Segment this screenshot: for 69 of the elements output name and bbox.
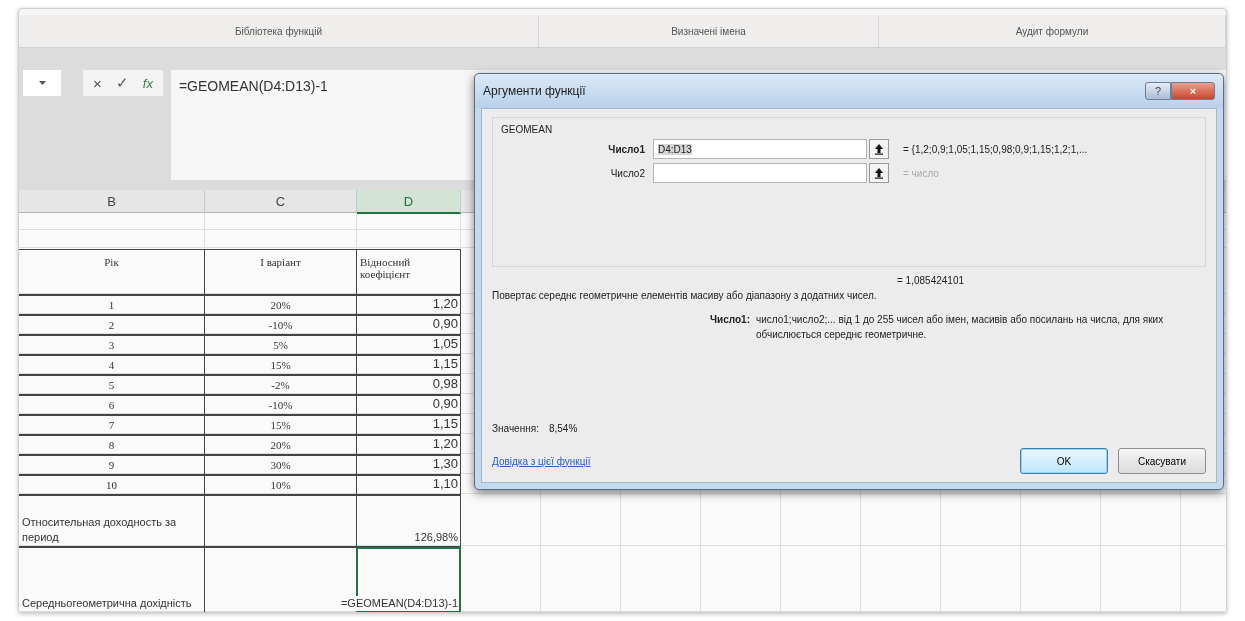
table-cell: 1,05 [356, 335, 461, 355]
table-cell: 5 [19, 375, 205, 395]
cell-formula: =GEOMEAN(D4:D13)-1 [340, 596, 458, 611]
dialog-title: Аргументи функції [483, 84, 587, 98]
table-cell: 30% [204, 455, 357, 475]
table-cell: 6 [19, 395, 205, 415]
arrow-up-icon [874, 143, 884, 155]
table-cell: 1,20 [356, 295, 461, 315]
collapse-button[interactable] [869, 163, 889, 183]
table-cell: 5% [204, 335, 357, 355]
table-cell: 1,15 [356, 355, 461, 375]
ribbon-group-label: Визначені імена [671, 25, 746, 37]
insert-function-button[interactable]: fx [142, 75, 153, 91]
collapse-button[interactable] [869, 139, 889, 159]
table-cell: 10 [19, 475, 205, 495]
table-cell: 15% [204, 415, 357, 435]
argument-help-label: Число1: [709, 313, 750, 327]
dropdown-icon [38, 81, 46, 85]
argument-help-text: число1;число2;... від 1 до 255 чисел або імен, масивів або посилань на числа, для яких обчислюється середнє геометричне. [756, 313, 1165, 342]
table-cell: Рік [19, 249, 205, 295]
table-cell: 1,10 [356, 475, 461, 495]
ribbon-group-label: Бібліотека функцій [235, 25, 322, 37]
table-cell: Середньогеометрична дохідність [19, 547, 205, 612]
table-cell: Относительная доходность за период [19, 495, 205, 547]
table-cell: 1,30 [356, 455, 461, 475]
argument-label: Число2 [609, 167, 646, 179]
table-cell: 2 [19, 315, 205, 335]
table-cell: 1,20 [356, 435, 461, 455]
table-cell: -10% [204, 315, 357, 335]
table-cell: 9 [19, 455, 205, 475]
table-cell: 126,98% [356, 495, 461, 547]
table-cell: 1,15 [356, 415, 461, 435]
help-link[interactable]: Довідка з цієї функції [492, 455, 1010, 467]
formula-result: = 1,085424101 [896, 275, 965, 286]
table-cell: 20% [204, 295, 357, 315]
arrow-up-icon [874, 167, 884, 179]
ok-button[interactable]: OK [1020, 448, 1108, 474]
table-cell: 4 [19, 355, 205, 375]
table-cell: 0,90 [356, 315, 461, 335]
ribbon-group-label: Аудит формули [1015, 25, 1089, 37]
table-cell: 7 [19, 415, 205, 435]
argument-result: = {1,2;0,9;1,05;1,15;0,98;0,9;1,15;1,2;1,... [902, 143, 1089, 155]
column-header[interactable]: D [357, 190, 461, 214]
column-header[interactable]: B [19, 190, 205, 213]
table-cell: 1 [19, 295, 205, 315]
table-cell: 15% [204, 355, 357, 375]
function-name: GEOMEAN [501, 124, 554, 135]
argument-field[interactable] [653, 163, 867, 183]
column-header[interactable]: C [205, 190, 357, 213]
value-text: 8,54% [548, 423, 578, 434]
table-cell: 20% [204, 435, 357, 455]
enter-button[interactable]: ✓ [115, 74, 129, 92]
table-cell: 10% [204, 475, 357, 495]
argument-result: = число [902, 167, 940, 179]
table-cell: 0,98 [356, 375, 461, 395]
argument-label: Число1 [607, 143, 646, 155]
table-cell: 8 [19, 435, 205, 455]
argument-field[interactable]: D4:D13 [653, 139, 867, 159]
table-cell: 3 [19, 335, 205, 355]
table-cell: -2% [204, 375, 357, 395]
help-button[interactable]: ? [1145, 82, 1171, 100]
table-cell: I варіант [204, 249, 357, 295]
table-cell: 0,90 [356, 395, 461, 415]
value-label: Значення: [492, 423, 539, 434]
table-cell: -10% [204, 395, 357, 415]
cancel-button[interactable]: × [93, 74, 102, 92]
function-description: Повертає середнє геометричне елементів масиву або діапазону з додатних чисел. [492, 290, 878, 301]
table-cell: Відносний коефіцієнт [356, 249, 461, 295]
cancel-button[interactable]: Скасувати [1118, 448, 1206, 474]
